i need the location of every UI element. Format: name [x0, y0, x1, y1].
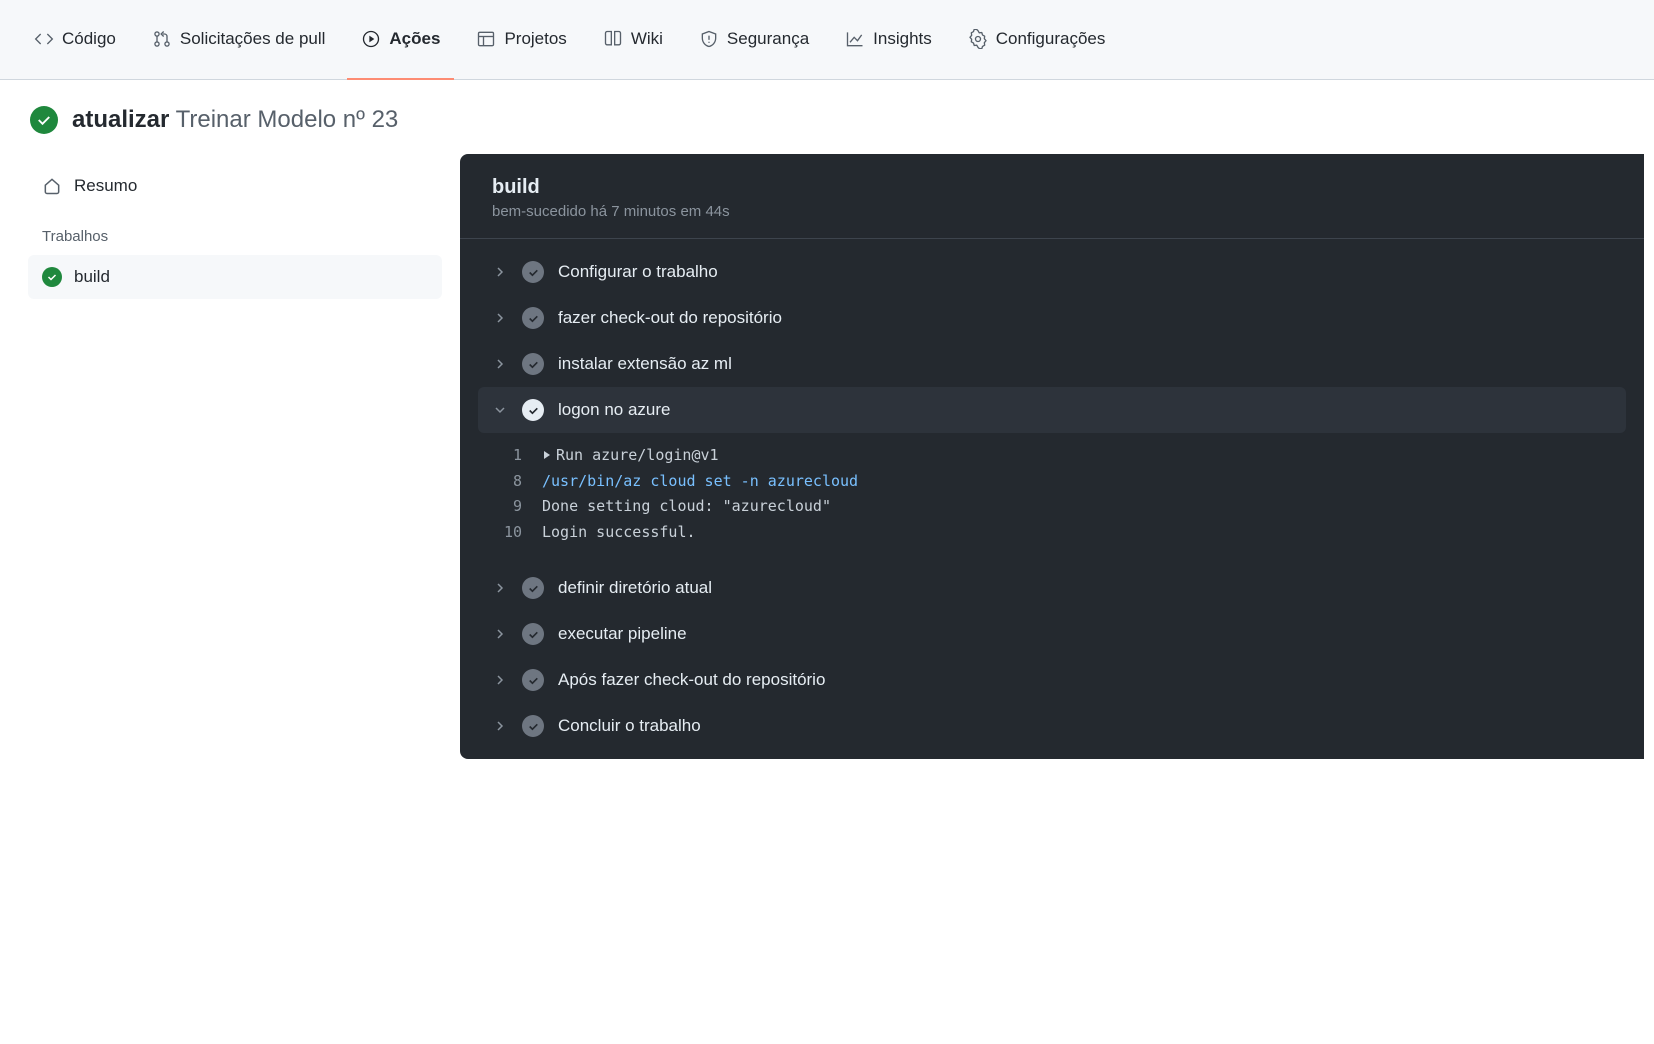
tab-label: Insights	[873, 29, 932, 49]
play-circle-icon	[361, 29, 381, 49]
home-icon	[42, 176, 62, 196]
step-row[interactable]: Concluir o trabalho	[478, 703, 1626, 749]
step-label: logon no azure	[558, 400, 670, 420]
step-label: instalar extensão az ml	[558, 354, 732, 374]
book-icon	[603, 29, 623, 49]
tab-actions[interactable]: Ações	[347, 0, 454, 80]
caret-right-icon[interactable]	[542, 443, 552, 469]
chevron-right-icon	[492, 672, 508, 688]
log-line-number: 1	[492, 443, 522, 469]
steps-list: Configurar o trabalho fazer check-out do …	[460, 239, 1644, 759]
step-success-icon	[522, 623, 544, 645]
tab-security[interactable]: Segurança	[685, 0, 823, 80]
panel-title: build	[492, 176, 1612, 199]
log-line-number: 8	[492, 469, 522, 495]
log-line-text: Done setting cloud: "azurecloud"	[542, 494, 831, 520]
git-pull-request-icon	[152, 29, 172, 49]
log-line-number: 10	[492, 520, 522, 546]
run-title-rest: Treinar Modelo nº 23	[176, 106, 399, 133]
log-line: 10 Login successful.	[492, 520, 1612, 546]
project-icon	[476, 29, 496, 49]
tab-insights[interactable]: Insights	[831, 0, 946, 80]
tab-settings[interactable]: Configurações	[954, 0, 1120, 80]
gear-icon	[968, 29, 988, 49]
log-line: 9 Done setting cloud: "azurecloud"	[492, 494, 1612, 520]
tab-code[interactable]: Código	[20, 0, 130, 80]
chevron-right-icon	[492, 718, 508, 734]
step-row[interactable]: Configurar o trabalho	[478, 249, 1626, 295]
step-row[interactable]: Após fazer check-out do repositório	[478, 657, 1626, 703]
chevron-down-icon	[492, 402, 508, 418]
sidebar-job-build[interactable]: build	[28, 255, 442, 299]
step-label: definir diretório atual	[558, 578, 712, 598]
workflow-run-header: atualizar Treinar Modelo nº 23	[0, 80, 1654, 154]
step-row[interactable]: executar pipeline	[478, 611, 1626, 657]
log-panel: build bem-sucedido há 7 minutos em 44s C…	[460, 154, 1644, 759]
log-line-number: 9	[492, 494, 522, 520]
step-row[interactable]: fazer check-out do repositório	[478, 295, 1626, 341]
code-icon	[34, 29, 54, 49]
run-title: atualizar Treinar Modelo nº 23	[72, 106, 398, 134]
tab-label: Ações	[389, 29, 440, 49]
log-line: 8/usr/bin/az cloud set -n azurecloud	[492, 469, 1612, 495]
step-label: Configurar o trabalho	[558, 262, 718, 282]
sidebar-item-label: build	[74, 267, 110, 287]
tab-label: Projetos	[504, 29, 566, 49]
chevron-right-icon	[492, 310, 508, 326]
step-success-icon	[522, 715, 544, 737]
log-line-text: Login successful.	[542, 520, 696, 546]
sidebar-summary[interactable]: Resumo	[28, 164, 442, 208]
step-label: fazer check-out do repositório	[558, 308, 782, 328]
step-row[interactable]: definir diretório atual	[478, 565, 1626, 611]
sidebar-jobs-heading: Trabalhos	[28, 208, 442, 255]
step-success-icon	[522, 261, 544, 283]
sidebar-item-label: Resumo	[74, 176, 137, 196]
run-title-bold: atualizar	[72, 106, 169, 133]
tab-label: Segurança	[727, 29, 809, 49]
step-success-icon	[522, 669, 544, 691]
nav-tabs: Código Solicitações de pull Ações Projet…	[20, 0, 1119, 80]
tab-label: Wiki	[631, 29, 663, 49]
log-output: 1 Run azure/login@v18/usr/bin/az cloud s…	[478, 433, 1626, 565]
step-success-icon	[522, 307, 544, 329]
log-line: 1 Run azure/login@v1	[492, 443, 1612, 469]
panel-header: build bem-sucedido há 7 minutos em 44s	[460, 154, 1644, 239]
step-success-icon	[522, 399, 544, 421]
chevron-right-icon	[492, 264, 508, 280]
sidebar: Resumo Trabalhos build	[10, 154, 460, 759]
tab-label: Configurações	[996, 29, 1106, 49]
log-line-text: /usr/bin/az cloud set -n azurecloud	[542, 469, 858, 495]
job-success-icon	[42, 267, 62, 287]
step-label: executar pipeline	[558, 624, 687, 644]
log-line-text: Run azure/login@v1	[542, 443, 719, 469]
tab-label: Código	[62, 29, 116, 49]
graph-icon	[845, 29, 865, 49]
step-row[interactable]: logon no azure	[478, 387, 1626, 433]
tab-projects[interactable]: Projetos	[462, 0, 580, 80]
status-success-icon	[30, 106, 58, 134]
chevron-right-icon	[492, 626, 508, 642]
tab-label: Solicitações de pull	[180, 29, 326, 49]
step-success-icon	[522, 353, 544, 375]
main-layout: Resumo Trabalhos build build bem-sucedid…	[0, 154, 1654, 759]
panel-subtitle: bem-sucedido há 7 minutos em 44s	[492, 203, 1612, 220]
tab-pull-requests[interactable]: Solicitações de pull	[138, 0, 340, 80]
chevron-right-icon	[492, 356, 508, 372]
chevron-right-icon	[492, 580, 508, 596]
step-success-icon	[522, 577, 544, 599]
tab-wiki[interactable]: Wiki	[589, 0, 677, 80]
step-label: Concluir o trabalho	[558, 716, 701, 736]
repo-nav: Código Solicitações de pull Ações Projet…	[0, 0, 1654, 80]
shield-icon	[699, 29, 719, 49]
step-label: Após fazer check-out do repositório	[558, 670, 825, 690]
step-row[interactable]: instalar extensão az ml	[478, 341, 1626, 387]
